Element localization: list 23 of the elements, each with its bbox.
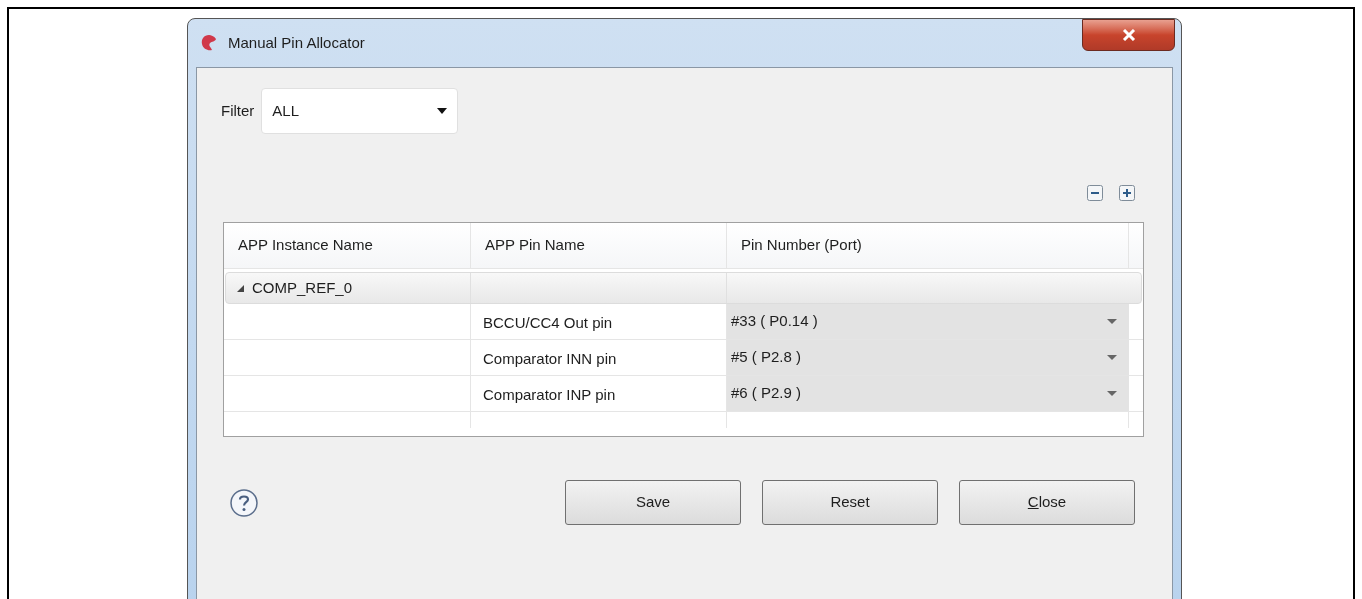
window-title: Manual Pin Allocator bbox=[228, 32, 365, 53]
dropdown-arrow-icon bbox=[1107, 319, 1117, 324]
app-logo-icon bbox=[199, 33, 219, 53]
expanded-arrow-icon bbox=[236, 284, 244, 292]
column-header[interactable]: APP Instance Name bbox=[224, 223, 471, 268]
expand-all-icon[interactable] bbox=[1118, 184, 1136, 202]
column-header[interactable]: Pin Number (Port) bbox=[727, 223, 1129, 268]
filter-dropdown[interactable]: ALL bbox=[261, 88, 459, 134]
pin-number-dropdown[interactable]: #6 ( P2.9 ) bbox=[727, 376, 1129, 411]
dropdown-arrow-icon bbox=[437, 108, 448, 114]
dropdown-arrow-icon bbox=[1107, 355, 1117, 360]
filter-label: Filter bbox=[221, 100, 255, 121]
help-icon[interactable] bbox=[229, 487, 259, 518]
close-button[interactable]: Close bbox=[959, 480, 1135, 525]
pin-number-dropdown[interactable]: #5 ( P2.8 ) bbox=[727, 340, 1129, 375]
pin-number-dropdown[interactable]: #33 ( P0.14 ) bbox=[727, 304, 1129, 339]
dropdown-arrow-icon bbox=[1107, 391, 1117, 396]
collapse-all-icon[interactable] bbox=[1086, 184, 1104, 202]
column-header[interactable]: APP Pin Name bbox=[471, 223, 727, 268]
save-button[interactable]: Save bbox=[565, 480, 741, 525]
close-icon bbox=[1121, 29, 1136, 41]
close-button[interactable] bbox=[1082, 19, 1175, 51]
reset-button[interactable]: Reset bbox=[762, 480, 938, 525]
